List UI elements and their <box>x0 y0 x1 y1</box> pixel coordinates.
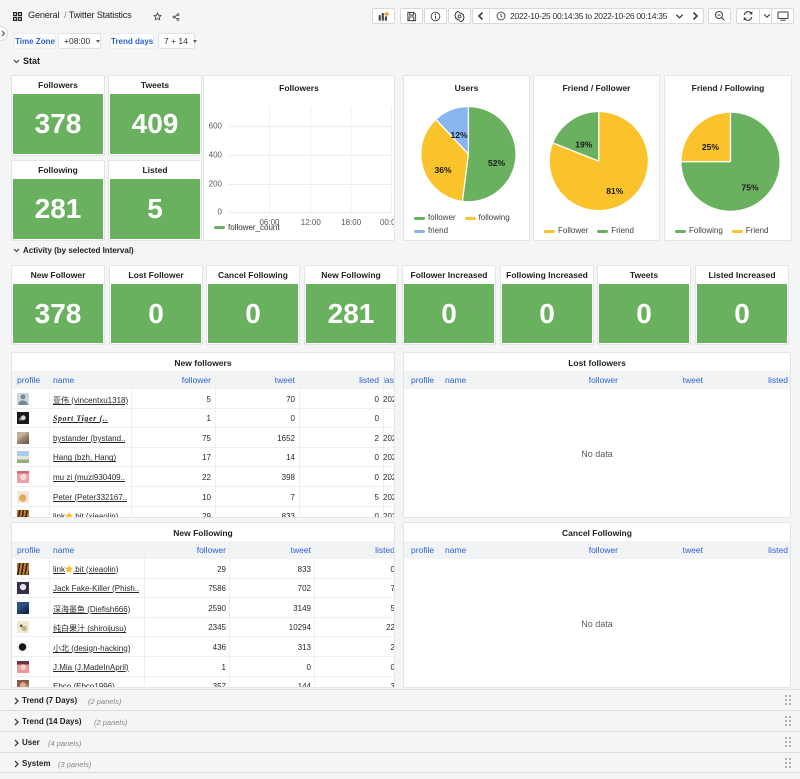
svg-text:12:00: 12:00 <box>301 218 322 227</box>
svg-text:0: 0 <box>218 208 223 217</box>
svg-text:00:00: 00:00 <box>380 218 395 227</box>
svg-text:400: 400 <box>209 151 223 160</box>
svg-text:600: 600 <box>209 122 223 131</box>
svg-text:75%: 75% <box>741 182 758 192</box>
svg-text:25%: 25% <box>702 142 719 152</box>
svg-text:19%: 19% <box>575 139 592 149</box>
svg-text:36%: 36% <box>434 165 451 175</box>
svg-text:81%: 81% <box>606 186 623 196</box>
svg-text:200: 200 <box>209 180 223 189</box>
svg-text:18:00: 18:00 <box>341 218 362 227</box>
svg-text:12%: 12% <box>450 130 467 140</box>
svg-text:52%: 52% <box>488 158 505 168</box>
